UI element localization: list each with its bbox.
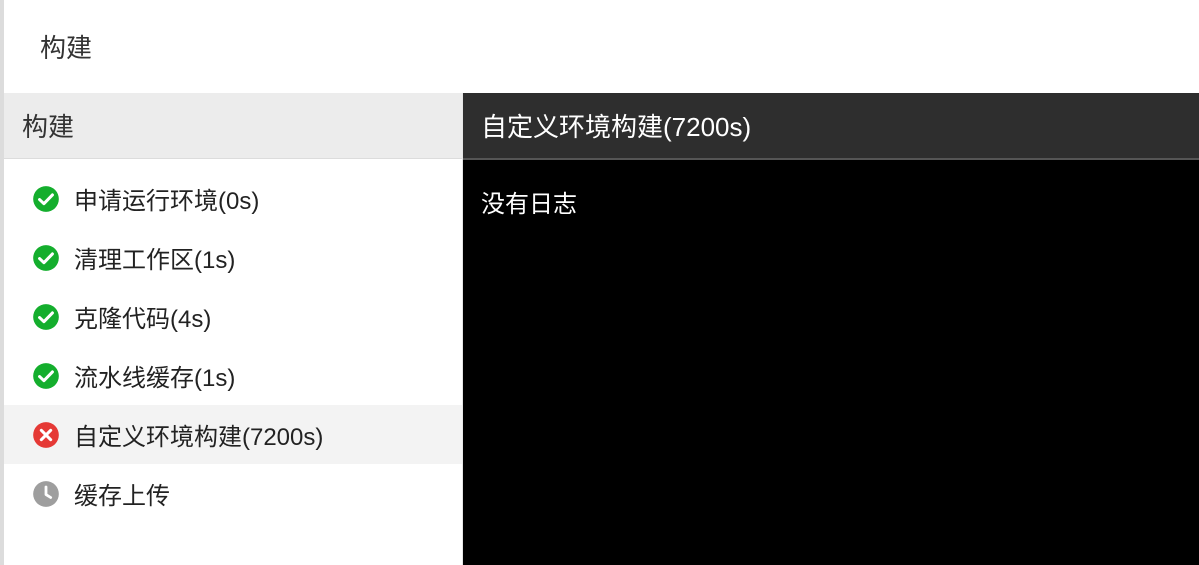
pending-status-icon [32,480,60,508]
step-item[interactable]: 缓存上传 [4,464,462,523]
build-panel-frame: 构建 构建 申请运行环境(0s) 清理工作区(1s) 克隆代码(4s) 流水线缓存(1… [0,0,1199,565]
success-status-icon [32,362,60,390]
log-empty-message: 没有日志 [481,191,577,218]
log-body: 没有日志 [463,160,1199,565]
steps-panel: 构建 申请运行环境(0s) 清理工作区(1s) 克隆代码(4s) 流水线缓存(1s) 自… [4,93,463,565]
step-item[interactable]: 申请运行环境(0s) [4,169,462,228]
log-panel-header: 自定义环境构建(7200s) [463,93,1199,160]
step-item-label: 流水线缓存(1s) [74,358,235,393]
main-area: 构建 申请运行环境(0s) 清理工作区(1s) 克隆代码(4s) 流水线缓存(1s) 自… [4,93,1199,565]
success-status-icon [32,185,60,213]
success-status-icon [32,244,60,272]
step-item[interactable]: 自定义环境构建(7200s) [4,405,462,464]
steps-panel-header: 构建 [4,93,462,159]
step-item[interactable]: 流水线缓存(1s) [4,346,462,405]
panel-title: 构建 [4,0,1199,93]
steps-list: 申请运行环境(0s) 清理工作区(1s) 克隆代码(4s) 流水线缓存(1s) 自定义环… [4,159,462,565]
step-item-label: 自定义环境构建(7200s) [74,417,323,452]
step-item-label: 缓存上传 [74,476,170,511]
success-status-icon [32,303,60,331]
step-item-label: 清理工作区(1s) [74,240,235,275]
step-item[interactable]: 克隆代码(4s) [4,287,462,346]
step-item[interactable]: 清理工作区(1s) [4,228,462,287]
log-panel: 自定义环境构建(7200s) 没有日志 [463,93,1199,565]
step-item-label: 克隆代码(4s) [74,299,211,334]
error-status-icon [32,421,60,449]
step-item-label: 申请运行环境(0s) [74,181,259,216]
